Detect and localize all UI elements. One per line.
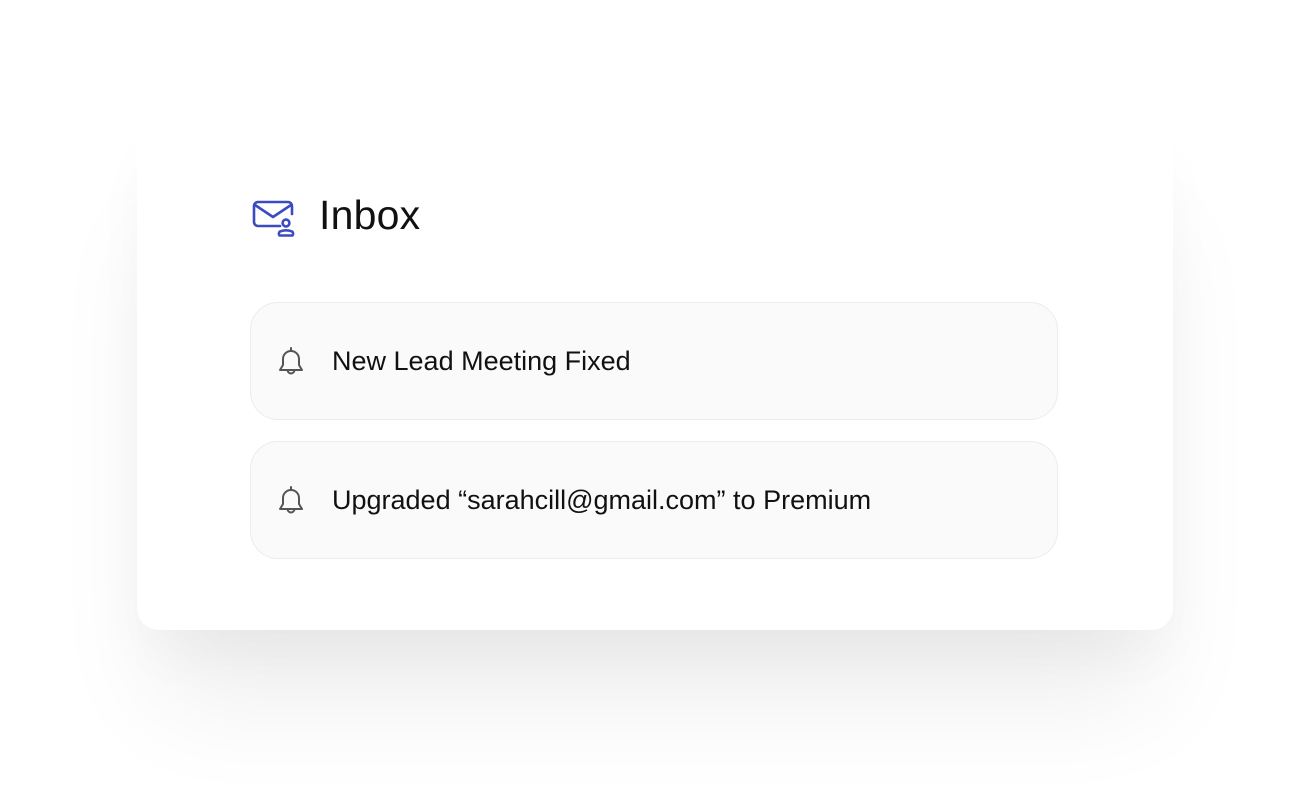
bell-icon: [275, 484, 307, 516]
page-title: Inbox: [319, 191, 421, 238]
page: Inbox New Lead Meeting Fixed Upgraded “s…: [0, 0, 1314, 804]
inbox-header: Inbox: [250, 186, 420, 244]
notification-text: New Lead Meeting Fixed: [332, 345, 631, 376]
notification-item[interactable]: New Lead Meeting Fixed: [250, 302, 1058, 420]
bell-icon: [275, 345, 307, 377]
mail-user-icon: [250, 192, 296, 238]
notification-text: Upgraded “sarahcill@gmail.com” to Premiu…: [332, 484, 872, 515]
notification-item[interactable]: Upgraded “sarahcill@gmail.com” to Premiu…: [250, 441, 1058, 559]
